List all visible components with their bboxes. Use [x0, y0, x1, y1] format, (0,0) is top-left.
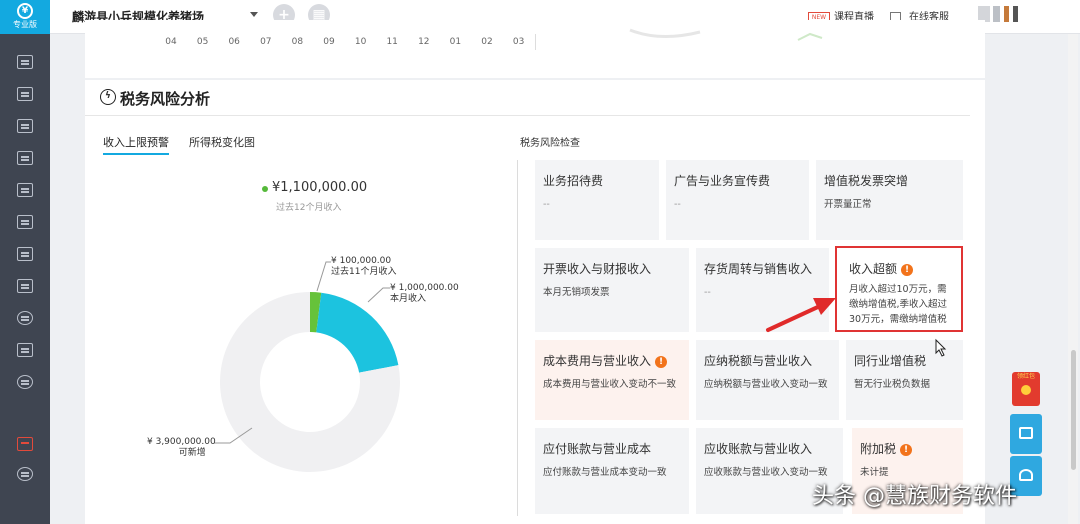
annotation-overlay [766, 298, 947, 357]
book-icon [1019, 427, 1033, 439]
red-packet-label: 领红包 [1016, 373, 1035, 380]
rocket-icon [1019, 469, 1033, 481]
red-arrow-annotation [766, 298, 836, 332]
mouse-cursor-icon [935, 338, 947, 357]
help-book-button[interactable] [1010, 414, 1042, 454]
scrollbar-thumb[interactable] [1071, 350, 1076, 470]
red-packet-widget[interactable]: 领红包 [1012, 372, 1040, 406]
coin-icon [1021, 385, 1031, 395]
watermark-text: 头条 @慧族财务软件 [812, 484, 1017, 509]
